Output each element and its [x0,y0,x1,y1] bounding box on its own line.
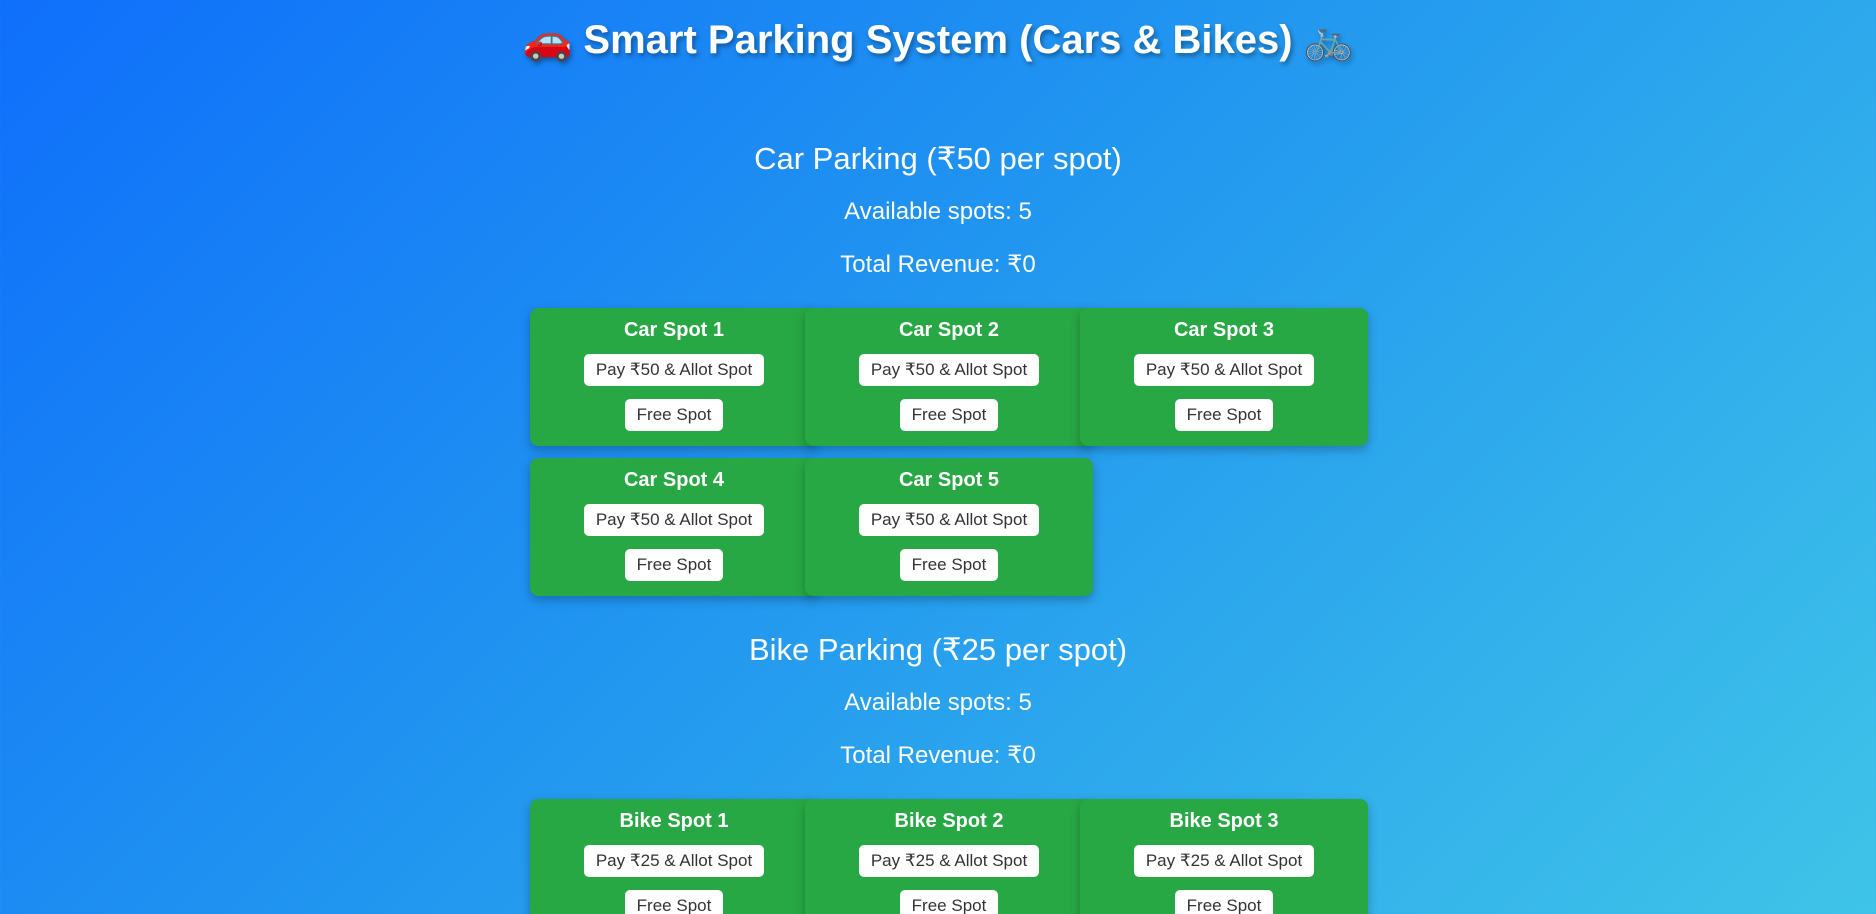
bike-total-revenue: Total Revenue: ₹0 [840,742,1036,769]
pay-allot-button[interactable]: Pay ₹25 & Allot Spot [583,845,765,877]
free-spot-button[interactable]: Free Spot [899,890,999,914]
pay-allot-button[interactable]: Pay ₹50 & Allot Spot [583,504,765,536]
pay-allot-button[interactable]: Pay ₹50 & Allot Spot [858,504,1040,536]
spot-name: Car Spot 2 [898,319,1000,341]
spot-name: Car Spot 1 [623,319,725,341]
spot-name: Bike Spot 3 [1169,810,1279,832]
car-parking-section: Car Parking (₹50 per spot) Available spo… [0,141,1876,280]
free-spot-button[interactable]: Free Spot [899,549,999,581]
spot-name: Bike Spot 2 [894,810,1004,832]
car-spot-card: Car Spot 3 Pay ₹50 & Allot Spot Free Spo… [1080,308,1368,446]
bike-spot-card: Bike Spot 1 Pay ₹25 & Allot Spot Free Sp… [530,799,818,914]
free-spot-button[interactable]: Free Spot [899,399,999,431]
bike-spot-card: Bike Spot 2 Pay ₹25 & Allot Spot Free Sp… [805,799,1093,914]
bike-icon: 🚲 [1303,17,1354,63]
pay-allot-button[interactable]: Pay ₹50 & Allot Spot [583,354,765,386]
free-spot-button[interactable]: Free Spot [1174,890,1274,914]
page-title-text: Smart Parking System (Cars & Bikes) [583,18,1293,62]
car-spot-card: Car Spot 4 Pay ₹50 & Allot Spot Free Spo… [530,458,818,596]
car-icon: 🚗 [522,17,573,63]
free-spot-button[interactable]: Free Spot [624,399,724,431]
page-title: 🚗 Smart Parking System (Cars & Bikes) 🚲 [0,16,1876,63]
car-spot-card: Car Spot 1 Pay ₹50 & Allot Spot Free Spo… [530,308,818,446]
car-spot-card: Car Spot 2 Pay ₹50 & Allot Spot Free Spo… [805,308,1093,446]
free-spot-button[interactable]: Free Spot [1174,399,1274,431]
free-spot-button[interactable]: Free Spot [624,549,724,581]
spot-name: Car Spot 5 [898,469,1000,491]
car-section-title: Car Parking (₹50 per spot) [754,141,1122,176]
bike-parking-section: Bike Parking (₹25 per spot) Available sp… [0,632,1876,771]
car-available-spots: Available spots: 5 [844,198,1032,225]
pay-allot-button[interactable]: Pay ₹25 & Allot Spot [858,845,1040,877]
free-spot-button[interactable]: Free Spot [624,890,724,914]
pay-allot-button[interactable]: Pay ₹50 & Allot Spot [858,354,1040,386]
bike-section-title: Bike Parking (₹25 per spot) [748,632,1128,667]
pay-allot-button[interactable]: Pay ₹25 & Allot Spot [1133,845,1315,877]
car-spot-card: Car Spot 5 Pay ₹50 & Allot Spot Free Spo… [805,458,1093,596]
spot-name: Car Spot 4 [623,469,725,491]
car-total-revenue: Total Revenue: ₹0 [840,251,1036,278]
bike-spot-card: Bike Spot 3 Pay ₹25 & Allot Spot Free Sp… [1080,799,1368,914]
spot-name: Bike Spot 1 [619,810,729,832]
bike-available-spots: Available spots: 5 [844,689,1032,716]
spot-name: Car Spot 3 [1173,319,1275,341]
pay-allot-button[interactable]: Pay ₹50 & Allot Spot [1133,354,1315,386]
